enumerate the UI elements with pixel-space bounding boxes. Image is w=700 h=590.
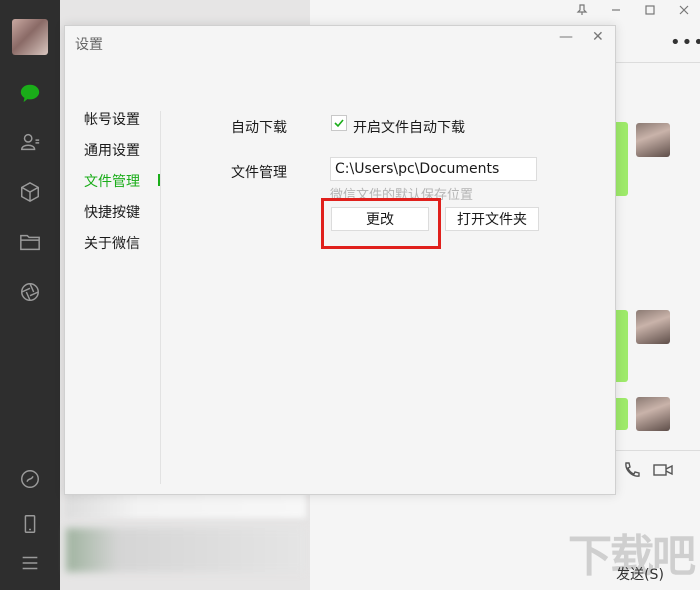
highlight-annotation <box>321 198 441 249</box>
phone-icon[interactable] <box>17 511 43 537</box>
video-call-icon[interactable] <box>652 460 673 480</box>
chat-list-item[interactable] <box>66 528 306 572</box>
send-button[interactable]: 发送(S) <box>600 562 680 586</box>
favorites-icon[interactable] <box>17 179 43 205</box>
files-icon[interactable] <box>17 229 43 255</box>
message-avatar[interactable] <box>636 397 670 431</box>
message-avatar[interactable] <box>636 123 670 157</box>
open-folder-button[interactable]: 打开文件夹 <box>445 207 539 231</box>
main-sidebar <box>0 0 60 590</box>
chat-icon[interactable] <box>17 80 43 106</box>
pin-icon[interactable] <box>576 4 588 20</box>
more-options-icon[interactable]: ••• <box>670 32 700 53</box>
miniprogram-icon[interactable] <box>17 466 43 492</box>
nav-item-general[interactable]: 通用设置 <box>84 140 140 160</box>
window-maximize-icon[interactable] <box>644 4 656 20</box>
auto-download-checkbox[interactable] <box>331 115 347 131</box>
dialog-close-icon[interactable]: ✕ <box>592 29 604 45</box>
moments-icon[interactable] <box>17 279 43 305</box>
nav-item-about[interactable]: 关于微信 <box>84 233 140 253</box>
nav-item-account[interactable]: 帐号设置 <box>84 109 140 129</box>
dialog-minimize-icon[interactable]: — <box>559 29 573 45</box>
dialog-title: 设置 <box>75 37 103 53</box>
auto-download-label: 自动下载 <box>231 120 287 136</box>
window-minimize-icon[interactable] <box>610 4 622 20</box>
nav-divider <box>160 111 161 484</box>
file-management-label: 文件管理 <box>231 165 287 181</box>
window-close-icon[interactable] <box>678 4 690 20</box>
user-avatar[interactable] <box>12 19 48 55</box>
voice-call-icon[interactable] <box>622 460 642 480</box>
nav-item-file-management[interactable]: 文件管理 <box>84 171 140 191</box>
contacts-icon[interactable] <box>17 129 43 155</box>
settings-dialog: 设置 — ✕ 帐号设置 通用设置 文件管理 快捷按键 关于微信 自动下载 开启文… <box>64 25 616 495</box>
menu-icon[interactable] <box>17 550 43 576</box>
nav-item-shortcuts[interactable]: 快捷按键 <box>84 202 140 222</box>
message-avatar[interactable] <box>636 310 670 344</box>
auto-download-checkbox-label[interactable]: 开启文件自动下载 <box>353 117 465 137</box>
save-path-field[interactable]: C:\Users\pc\Documents <box>330 157 537 181</box>
